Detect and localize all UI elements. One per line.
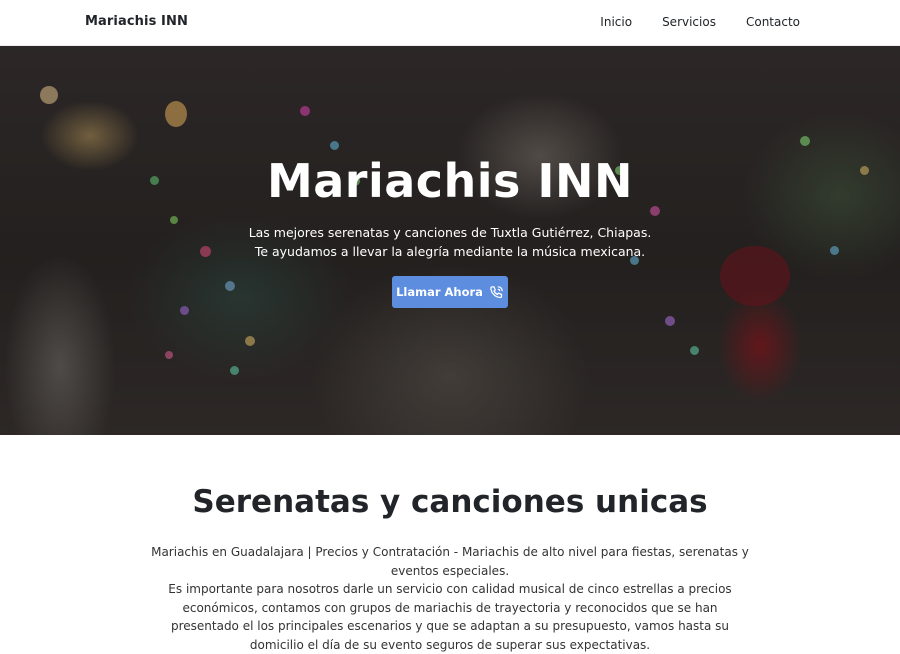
section-paragraph-1: Mariachis en Guadalajara | Precios y Con…: [151, 545, 749, 578]
section-paragraph-2: Es importante para nosotros darle un ser…: [168, 582, 732, 652]
section-title: Serenatas y canciones unicas: [192, 484, 708, 520]
call-now-label: Llamar Ahora: [396, 285, 483, 299]
nav-link-servicios[interactable]: Servicios: [662, 15, 716, 29]
nav-links: Inicio Servicios Contacto: [600, 15, 800, 29]
hero-overlay: [0, 46, 900, 435]
hero-section: Mariachis INN Las mejores serenatas y ca…: [0, 46, 900, 435]
nav-link-inicio[interactable]: Inicio: [600, 15, 632, 29]
navbar: Mariachis INN Inicio Servicios Contacto: [0, 0, 900, 46]
brand-link[interactable]: Mariachis INN: [85, 14, 188, 29]
hero-subtitle-line-1: Las mejores serenatas y canciones de Tux…: [248, 225, 652, 240]
phone-call-icon: [490, 285, 503, 298]
call-now-button[interactable]: Llamar Ahora: [392, 276, 508, 308]
hero-title: Mariachis INN: [266, 154, 634, 208]
nav-link-contacto[interactable]: Contacto: [746, 15, 800, 29]
hero-subtitle-line-2: Te ayudamos a llevar la alegría mediante…: [254, 244, 646, 259]
